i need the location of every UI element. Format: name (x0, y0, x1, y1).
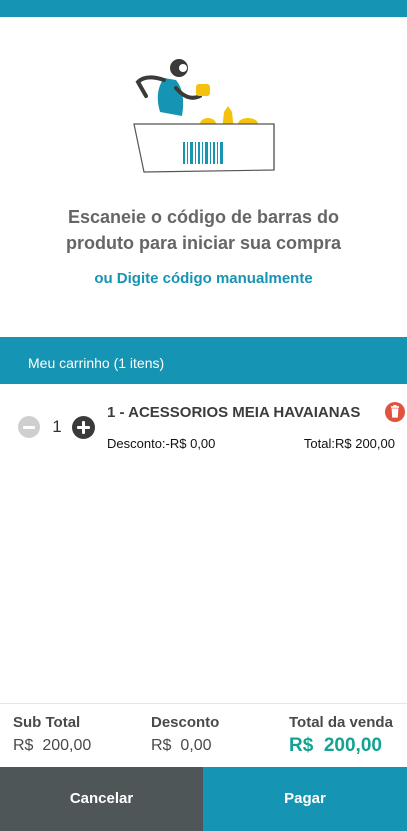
footer-divider (0, 703, 407, 704)
scan-instruction-line-2: produto para iniciar sua compra (65, 233, 342, 253)
manual-entry-link[interactable]: ou Digite código manualmente (0, 270, 407, 287)
scan-instruction: Escaneie o código de barras do produto p… (20, 204, 387, 256)
item-discount: Desconto:-R$ 0,00 (107, 436, 216, 451)
discount-value: R$ 0,00 (151, 737, 212, 754)
scan-instruction-line-1: Escaneie o código de barras do (67, 207, 340, 227)
minus-circle-icon[interactable] (18, 416, 40, 438)
subtotal-value: R$ 200,00 (13, 737, 92, 754)
subtotal-label: Sub Total (13, 714, 81, 731)
plus-circle-icon[interactable] (72, 416, 95, 439)
cart-header: Meu carrinho (1 itens) (0, 337, 407, 384)
pay-button[interactable]: Pagar (203, 767, 407, 831)
top-bar (0, 0, 407, 17)
grand-total-label: Total da venda (289, 714, 393, 731)
item-total: Total:R$ 200,00 (303, 436, 395, 451)
grand-total-value: R$ 200,00 (289, 735, 382, 756)
trash-icon[interactable] (385, 402, 405, 422)
cancel-button[interactable]: Cancelar (0, 767, 203, 831)
barcode-scan-illustration (133, 59, 275, 173)
item-name: 1 - ACESSORIOS MEIA HAVAIANAS (107, 404, 361, 421)
discount-label: Desconto (151, 714, 220, 731)
item-quantity: 1 (52, 417, 62, 436)
